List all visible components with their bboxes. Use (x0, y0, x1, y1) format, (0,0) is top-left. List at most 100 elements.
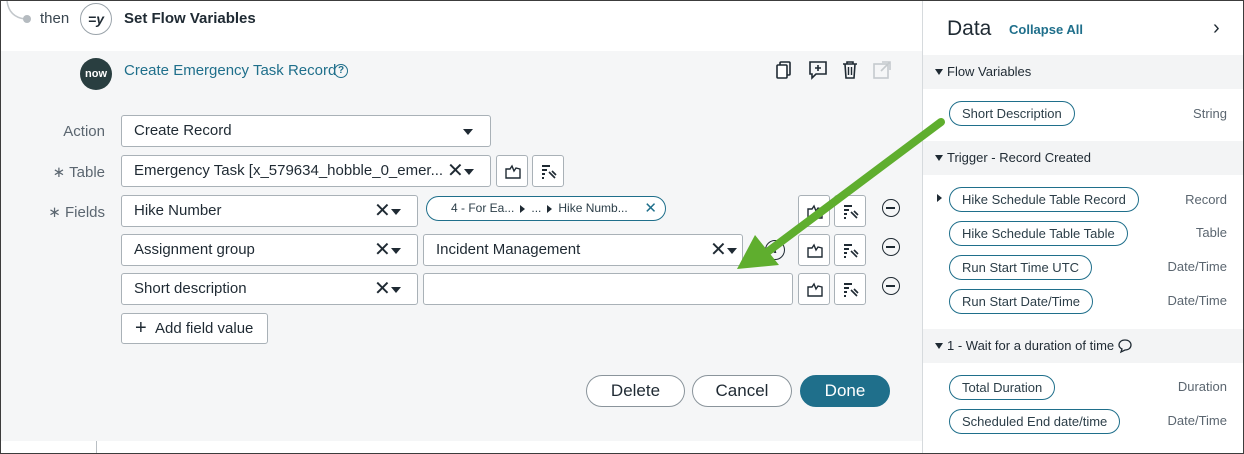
section-title: Trigger - Record Created (947, 150, 1092, 165)
data-type-label: Date/Time (1167, 293, 1227, 308)
data-panel: Data Collapse All › Flow Variables Short… (922, 1, 1243, 453)
data-pill[interactable]: Short Description (949, 101, 1075, 126)
field-name-value: Assignment group (134, 241, 255, 258)
section-header-flow-variables[interactable]: Flow Variables (923, 55, 1243, 89)
data-pill[interactable]: 4 - For Ea...... Hike Numb... ✕ (426, 196, 666, 221)
script-icon (844, 205, 859, 219)
add-field-value-button[interactable]: + Add field value (121, 313, 268, 344)
cancel-button[interactable]: Cancel (692, 375, 792, 407)
caret-down-icon (935, 343, 943, 349)
data-type-label: Date/Time (1167, 259, 1227, 274)
section-title: Flow Variables (947, 64, 1032, 79)
chevron-right-icon[interactable]: › (1213, 17, 1220, 40)
data-pill-picker-button[interactable] (798, 234, 830, 266)
action-title-link[interactable]: Create Emergency Task Record (124, 62, 336, 79)
field-value-select[interactable]: Incident Management (423, 234, 743, 266)
required-icon: ∗ (48, 204, 61, 221)
script-icon (844, 283, 859, 297)
script-icon (844, 244, 859, 258)
chevron-down-icon (463, 129, 473, 135)
chevron-down-icon[interactable] (391, 287, 401, 293)
delete-icon[interactable] (839, 59, 861, 81)
chevron-down-icon[interactable] (391, 209, 401, 215)
data-type-label: Duration (1177, 379, 1227, 394)
field-value-text: Incident Management (436, 241, 581, 258)
copy-icon[interactable] (773, 59, 795, 81)
clear-icon[interactable]: ✕ (374, 240, 391, 260)
remove-pill-icon[interactable]: ✕ (644, 197, 657, 220)
clear-icon[interactable]: ✕ (447, 161, 464, 181)
data-pill[interactable]: Hike Schedule Table Record (949, 187, 1139, 212)
data-pill[interactable]: Run Start Time UTC (949, 255, 1093, 280)
table-label-text: Table (69, 164, 105, 181)
section-header-trigger[interactable]: Trigger - Record Created (923, 141, 1243, 175)
chevron-down-icon[interactable] (391, 248, 401, 254)
script-toggle-button[interactable] (834, 195, 866, 227)
set-variable-icon: =y (80, 3, 112, 35)
data-pill[interactable]: Run Start Date/Time (949, 289, 1094, 314)
short-description-input[interactable] (423, 273, 793, 305)
table-select[interactable]: Emergency Task [x_579634_hobble_0_emer..… (121, 155, 491, 187)
data-pill-icon (807, 204, 823, 219)
data-pill[interactable]: Hike Schedule Table Table (949, 221, 1128, 246)
flow-connector-line (96, 441, 97, 453)
data-pill[interactable]: Scheduled End date/time (949, 409, 1121, 434)
data-type-label: Record (1185, 192, 1227, 207)
pill-segment: Hike Numb... (558, 201, 628, 215)
script-toggle-button[interactable] (532, 155, 564, 187)
data-type-label: Table (1195, 225, 1227, 240)
pill-segment: ... (531, 201, 542, 215)
connector-dot (23, 15, 31, 23)
help-icon[interactable]: ? (334, 64, 348, 78)
script-toggle-button[interactable] (834, 273, 866, 305)
section-header-wait[interactable]: 1 - Wait for a duration of time (923, 329, 1243, 363)
section-title: 1 - Wait for a duration of time (947, 338, 1115, 353)
then-label: then (40, 10, 70, 27)
table-label: ∗ Table (25, 163, 105, 181)
action-label: Action (63, 123, 105, 140)
info-icon[interactable]: i (765, 240, 785, 260)
remove-field-icon[interactable] (882, 199, 900, 217)
clear-icon[interactable]: ✕ (374, 279, 391, 299)
remove-field-icon[interactable] (882, 277, 900, 295)
data-panel-title: Data (947, 17, 992, 40)
caret-down-icon (935, 69, 943, 75)
data-type-label: Date/Time (1167, 413, 1227, 428)
caret-right-icon[interactable] (937, 194, 942, 202)
plus-icon: + (135, 317, 147, 339)
field-name-value: Short description (134, 280, 247, 297)
app-window: then =y Set Flow Variables now Create Em… (0, 0, 1244, 454)
collapse-all-link[interactable]: Collapse All (1009, 22, 1083, 37)
pill-separator-icon (520, 204, 526, 213)
pill-segment: 4 - For Ea... (451, 201, 515, 215)
servicenow-logo-icon: now (80, 58, 112, 90)
open-external-icon[interactable] (871, 59, 893, 81)
step-title[interactable]: Set Flow Variables (124, 10, 256, 27)
clear-icon[interactable]: ✕ (710, 240, 727, 260)
action-select[interactable]: Create Record (121, 115, 491, 147)
data-type-label: String (1193, 106, 1227, 121)
comment-icon[interactable] (1117, 338, 1133, 354)
add-comment-icon[interactable] (807, 59, 829, 81)
data-pill-picker-button[interactable] (798, 273, 830, 305)
script-toggle-button[interactable] (834, 234, 866, 266)
chevron-down-icon[interactable] (727, 248, 737, 254)
data-pill-icon (505, 164, 521, 179)
script-icon (542, 165, 557, 179)
chevron-down-icon[interactable] (464, 169, 474, 175)
done-button[interactable]: Done (800, 375, 890, 407)
remove-field-icon[interactable] (882, 238, 900, 256)
clear-icon[interactable]: ✕ (374, 201, 391, 221)
fields-label: ∗ Fields (25, 203, 105, 221)
data-pill[interactable]: Total Duration (949, 375, 1056, 400)
flow-footer (1, 441, 922, 453)
pill-separator-icon (547, 204, 553, 213)
data-pill-picker-button[interactable] (496, 155, 528, 187)
delete-button[interactable]: Delete (586, 375, 685, 407)
action-select-value: Create Record (134, 122, 232, 139)
data-pill-icon (807, 243, 823, 258)
field-name-value: Hike Number (134, 202, 222, 219)
caret-down-icon (935, 155, 943, 161)
fields-label-text: Fields (64, 204, 105, 221)
data-pill-picker-button[interactable] (798, 195, 830, 227)
